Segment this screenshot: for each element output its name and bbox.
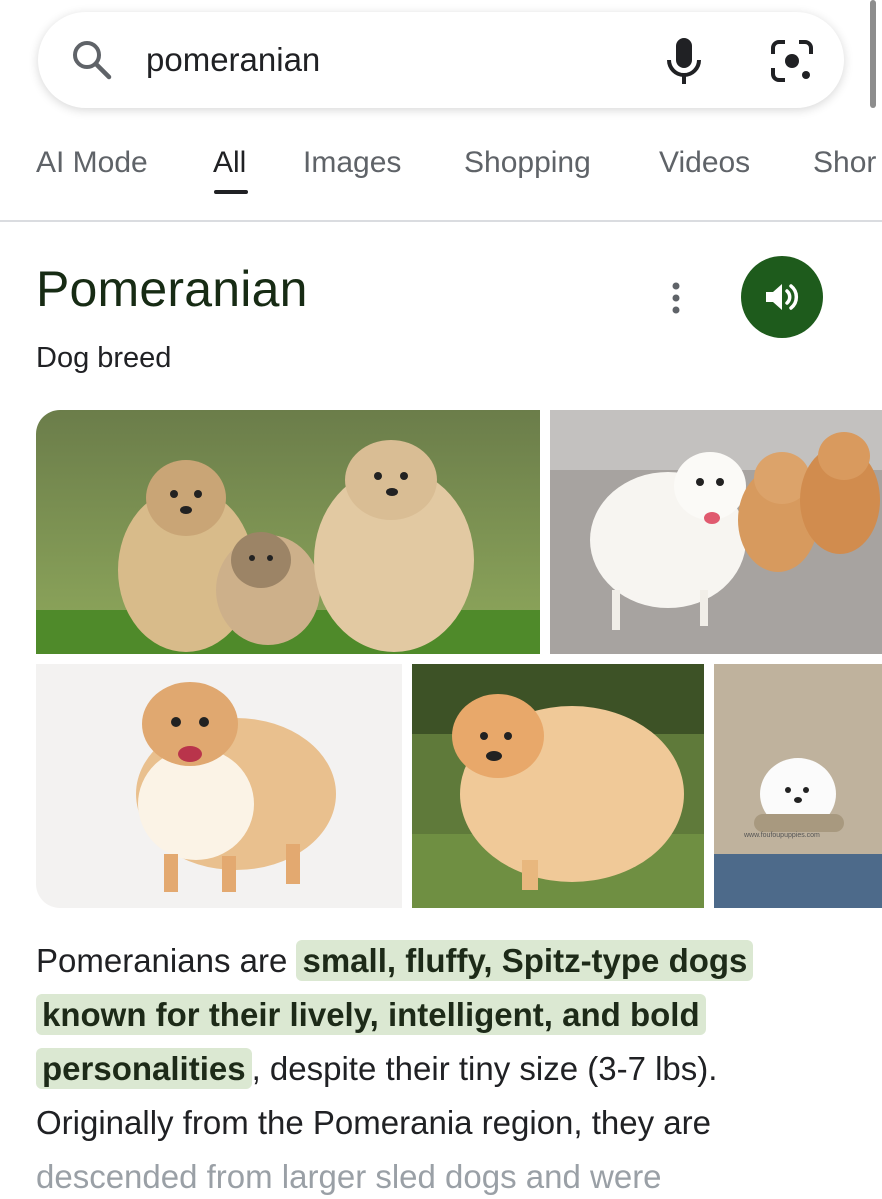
scrollbar[interactable] [870, 0, 876, 108]
search-bar[interactable]: pomeranian [38, 12, 844, 108]
lens-icon[interactable] [769, 38, 815, 84]
more-options-icon[interactable] [664, 280, 688, 316]
tab-ai-mode[interactable]: AI Mode [36, 146, 148, 180]
description-lead: Pomeranians are [36, 942, 297, 979]
search-results-page: pomeranian AI Mode All Images Shopping V… [0, 0, 882, 1199]
pomeranian-image-2[interactable] [550, 410, 882, 654]
tab-shopping[interactable]: Shopping [464, 146, 591, 180]
tab-videos[interactable]: Videos [659, 146, 750, 180]
entity-description: Pomeranians are small, fluffy, Spitz-typ… [36, 934, 846, 1199]
search-tabs: AI Mode All Images Shopping Videos Shor [0, 126, 882, 222]
active-tab-indicator [214, 190, 248, 194]
pomeranian-image-4[interactable] [412, 664, 704, 908]
pronounce-button[interactable] [741, 256, 823, 338]
search-icon[interactable] [70, 38, 114, 82]
image-watermark: www.foufoupuppies.com [744, 832, 820, 839]
mic-icon[interactable] [664, 36, 704, 86]
search-input[interactable]: pomeranian [146, 40, 320, 80]
pomeranian-image-3[interactable] [36, 664, 402, 908]
tab-images[interactable]: Images [303, 146, 401, 180]
entity-title: Pomeranian [36, 261, 308, 317]
description-faded-continuation: descended from larger sled dogs and were [36, 1158, 662, 1195]
tab-shorts[interactable]: Shor [813, 146, 876, 180]
pomeranian-image-1[interactable] [36, 410, 540, 654]
speaker-icon [766, 284, 799, 310]
tab-all[interactable]: All [213, 146, 246, 180]
entity-subtitle: Dog breed [36, 342, 172, 374]
pomeranian-image-5[interactable]: www.foufoupuppies.com [714, 664, 882, 908]
